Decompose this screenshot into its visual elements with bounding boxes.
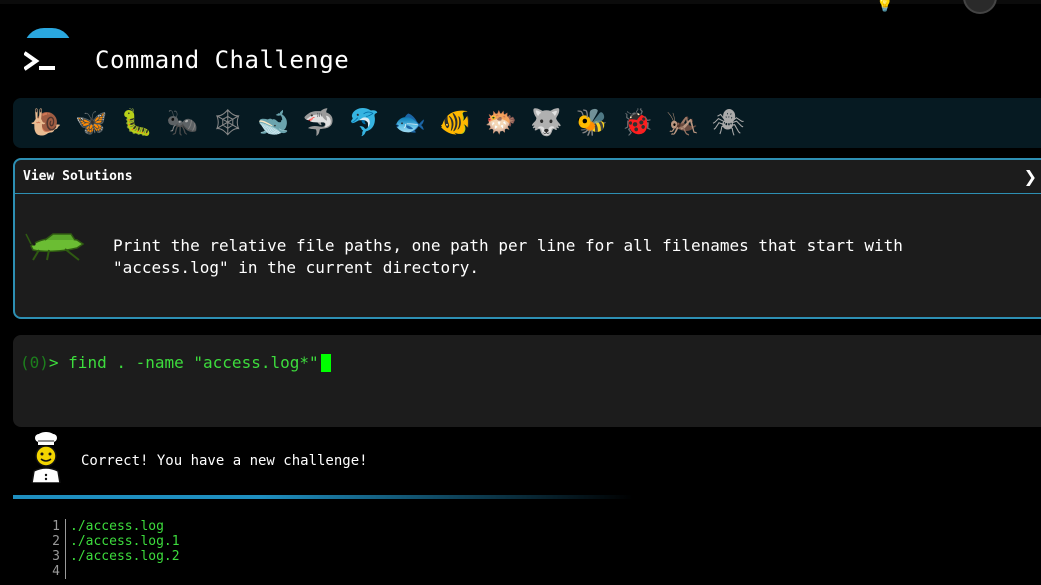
fish-icon[interactable]: 🐟 — [387, 103, 433, 143]
shark-icon[interactable]: 🦈 — [296, 103, 342, 143]
prompt-symbol: > — [48, 353, 69, 372]
output-line: 3 ./access.log.2 — [50, 549, 450, 564]
line-content: ./access.log.2 — [70, 549, 180, 564]
line-number: 2 — [50, 534, 66, 549]
challenge-card-body: Print the relative file paths, one path … — [15, 194, 1041, 317]
cricket-icon[interactable]: 🦗 — [660, 103, 706, 143]
view-solutions-link[interactable]: View Solutions — [23, 169, 133, 184]
ladybug-icon[interactable]: 🐞 — [615, 103, 661, 143]
prompt-line[interactable]: (0) > find . -name "access.log*" — [20, 353, 331, 372]
line-number: 4 — [50, 564, 66, 579]
header: Command Challenge — [0, 20, 1041, 100]
dolphin-icon[interactable]: 🐬 — [342, 103, 388, 143]
result-divider — [13, 495, 633, 499]
line-content: ./access.log — [70, 519, 164, 534]
challenge-card: View Solutions ❯ Print the relative file… — [13, 158, 1041, 319]
user-avatar[interactable] — [963, 0, 997, 14]
output-line: 1 ./access.log — [50, 519, 450, 534]
output-line: 2 ./access.log.1 — [50, 534, 450, 549]
challenge-text: Print the relative file paths, one path … — [113, 236, 903, 277]
spider-icon[interactable]: 🕷 — [706, 103, 752, 143]
caterpillar-icon[interactable]: 🐛 — [114, 103, 160, 143]
line-content — [66, 564, 70, 579]
challenge-card-header[interactable]: View Solutions ❯ — [15, 160, 1041, 194]
tropical-fish-icon[interactable]: 🐠 — [433, 103, 479, 143]
logo-cap — [24, 28, 72, 38]
line-number: 3 — [50, 549, 66, 564]
ant-icon[interactable]: 🐜 — [160, 103, 206, 143]
snail-icon[interactable]: 🐌 — [23, 103, 69, 143]
lightbulb-icon[interactable]: 💡 — [876, 0, 896, 14]
text-cursor — [320, 353, 331, 372]
terminal[interactable]: (0) > find . -name "access.log*" — [13, 335, 1041, 427]
result-message: Correct! You have a new challenge! — [81, 453, 368, 469]
chef-avatar-icon — [31, 432, 61, 483]
page-title: Command Challenge — [95, 46, 350, 74]
cricket-icon — [25, 233, 85, 261]
spider-web-icon[interactable]: 🕸 — [205, 103, 251, 143]
command-input[interactable]: find . -name "access.log*" — [68, 353, 318, 372]
exit-status: (0) — [20, 353, 49, 372]
whale-icon[interactable]: 🐋 — [251, 103, 297, 143]
command-output: 1 ./access.log 2 ./access.log.1 3 ./acce… — [50, 519, 450, 585]
output-line: 4 — [50, 564, 450, 579]
line-content: ./access.log.1 — [70, 534, 180, 549]
line-number: 1 — [50, 519, 66, 534]
butterfly-icon[interactable]: 🦋 — [69, 103, 115, 143]
animal-strip: 🐌 🦋 🐛 🐜 🕸 🐋 🦈 🐬 🐟 🐠 🐡 🐺 🐝 🐞 🦗 🕷 — [13, 98, 1041, 148]
chevron-right-icon[interactable]: ❯ — [1024, 167, 1037, 186]
bee-icon[interactable]: 🐝 — [569, 103, 615, 143]
wolf-icon[interactable]: 🐺 — [524, 103, 570, 143]
blowfish-icon[interactable]: 🐡 — [478, 103, 524, 143]
terminal-logo-icon[interactable] — [24, 48, 64, 80]
